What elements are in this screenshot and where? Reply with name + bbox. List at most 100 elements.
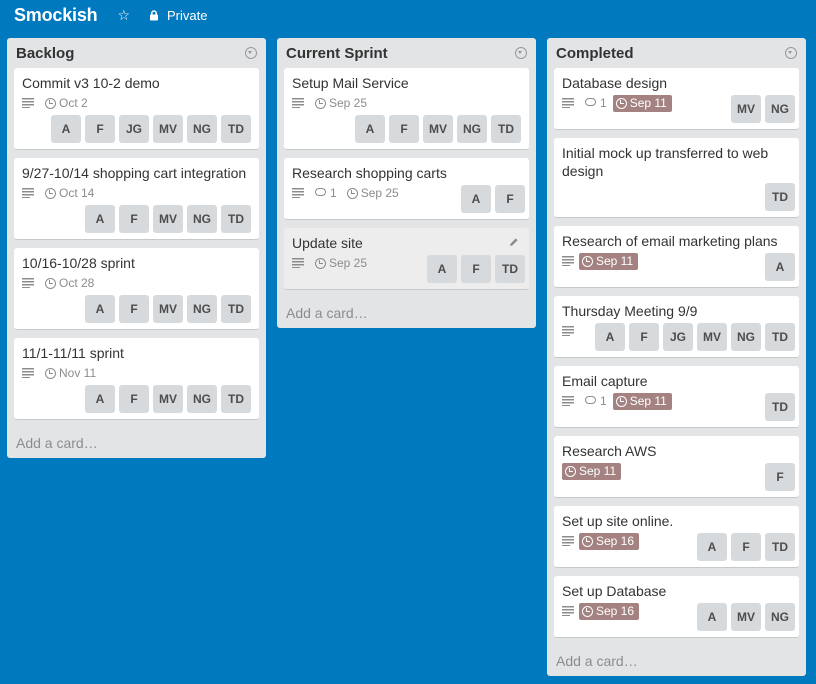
member-avatar[interactable]: MV <box>153 385 183 413</box>
card[interactable]: Email capture 1 Sep 11 TD <box>554 366 799 428</box>
list-menu-icon[interactable] <box>515 47 527 59</box>
member-avatar[interactable]: MV <box>423 115 453 143</box>
card[interactable]: Thursday Meeting 9/9 A F JG MV NG TD <box>554 296 799 358</box>
member-avatar[interactable]: TD <box>765 533 795 561</box>
member-avatar[interactable]: F <box>461 255 491 283</box>
member-avatar[interactable]: MV <box>153 115 183 143</box>
card[interactable]: Set up Database Sep 16 A MV NG <box>554 576 799 638</box>
description-icon <box>562 606 574 616</box>
member-avatar[interactable]: JG <box>663 323 693 351</box>
description-icon <box>562 396 574 406</box>
member-avatar[interactable]: A <box>595 323 625 351</box>
member-avatar[interactable]: MV <box>731 603 761 631</box>
member-avatar[interactable]: TD <box>221 115 251 143</box>
clock-icon <box>615 395 627 407</box>
member-avatar[interactable]: A <box>461 185 491 213</box>
member-avatar[interactable]: A <box>85 385 115 413</box>
card[interactable]: Update site Sep 25 A F TD <box>284 228 529 290</box>
member-avatar[interactable]: MV <box>153 295 183 323</box>
card[interactable]: Database design 1 Sep 11 MV NG <box>554 68 799 130</box>
clock-icon <box>45 187 56 199</box>
member-avatar[interactable]: NG <box>187 295 217 323</box>
member-avatar[interactable]: NG <box>457 115 487 143</box>
due-date: Sep 11 <box>629 394 667 408</box>
list-menu-icon[interactable] <box>785 47 797 59</box>
card-members: MV NG <box>731 91 795 129</box>
member-avatar[interactable]: TD <box>221 205 251 233</box>
member-avatar[interactable]: A <box>85 295 115 323</box>
card-badges: 1 Sep 11 <box>562 392 791 410</box>
add-card-button[interactable]: Add a card… <box>284 298 529 328</box>
member-avatar[interactable]: TD <box>765 393 795 421</box>
card-members: A <box>765 249 795 287</box>
card-members: TD <box>765 389 795 427</box>
member-avatar[interactable]: F <box>389 115 419 143</box>
card[interactable]: Research of email marketing plans Sep 11… <box>554 226 799 288</box>
member-avatar[interactable]: TD <box>221 385 251 413</box>
board-title[interactable]: Smockish <box>14 5 98 26</box>
member-avatar[interactable]: NG <box>187 115 217 143</box>
list-completed: Completed Database design 1 Sep 11 MV NG… <box>547 38 806 676</box>
member-avatar[interactable]: TD <box>495 255 525 283</box>
member-avatar[interactable]: NG <box>187 385 217 413</box>
member-avatar[interactable]: TD <box>491 115 521 143</box>
member-avatar[interactable]: F <box>765 463 795 491</box>
list-title[interactable]: Backlog <box>16 45 74 62</box>
card[interactable]: 10/16-10/28 sprint Oct 28 A F MV NG TD <box>14 248 259 330</box>
card[interactable]: Set up site online. Sep 16 A F TD <box>554 506 799 568</box>
member-avatar[interactable]: NG <box>765 603 795 631</box>
card[interactable]: Commit v3 10-2 demo Oct 2 A F JG MV NG T… <box>14 68 259 150</box>
card[interactable]: 9/27-10/14 shopping cart integration Oct… <box>14 158 259 240</box>
card[interactable]: Setup Mail Service Sep 25 A F MV NG TD <box>284 68 529 150</box>
member-avatar[interactable]: F <box>495 185 525 213</box>
member-avatar[interactable]: TD <box>765 183 795 211</box>
member-avatar[interactable]: MV <box>697 323 727 351</box>
description-icon <box>292 188 304 198</box>
member-avatar[interactable]: TD <box>221 295 251 323</box>
list-title[interactable]: Completed <box>556 45 634 62</box>
due-date-badge: Sep 25 <box>315 256 367 270</box>
due-date: Sep 11 <box>629 96 667 110</box>
member-avatar[interactable]: TD <box>765 323 795 351</box>
add-card-button[interactable]: Add a card… <box>14 428 259 458</box>
card-title: Initial mock up transferred to web desig… <box>562 145 769 179</box>
member-avatar[interactable]: JG <box>119 115 149 143</box>
board-privacy-button[interactable]: Private <box>167 8 207 23</box>
clock-icon <box>565 465 576 477</box>
star-icon[interactable]: ☆ <box>117 8 130 22</box>
pencil-icon[interactable] <box>509 237 519 247</box>
list-title[interactable]: Current Sprint <box>286 45 388 62</box>
member-avatar[interactable]: NG <box>765 95 795 123</box>
member-avatar[interactable]: F <box>731 533 761 561</box>
member-avatar[interactable]: A <box>765 253 795 281</box>
member-avatar[interactable]: F <box>85 115 115 143</box>
member-avatar[interactable]: F <box>119 385 149 413</box>
due-date: Sep 25 <box>360 186 399 200</box>
card[interactable]: Research AWS Sep 11 F <box>554 436 799 498</box>
member-avatar[interactable]: F <box>119 205 149 233</box>
member-avatar[interactable]: A <box>85 205 115 233</box>
member-avatar[interactable]: F <box>629 323 659 351</box>
member-avatar[interactable]: A <box>355 115 385 143</box>
lock-icon[interactable] <box>149 9 159 21</box>
member-avatar[interactable]: NG <box>187 205 217 233</box>
member-avatar[interactable]: A <box>697 603 727 631</box>
card-title: Update site <box>292 235 363 251</box>
list-menu-icon[interactable] <box>245 47 257 59</box>
member-avatar[interactable]: NG <box>731 323 761 351</box>
card[interactable]: Research shopping carts 1 Sep 25 A F <box>284 158 529 220</box>
member-avatar[interactable]: MV <box>153 205 183 233</box>
member-avatar[interactable]: A <box>51 115 81 143</box>
description-icon <box>22 98 34 108</box>
due-date: Oct 14 <box>59 186 95 200</box>
card-title: Set up site online. <box>562 513 674 529</box>
member-avatar[interactable]: A <box>427 255 457 283</box>
card[interactable]: Initial mock up transferred to web desig… <box>554 138 799 218</box>
member-avatar[interactable]: MV <box>731 95 761 123</box>
card[interactable]: 11/1-11/11 sprint Nov 11 A F MV NG TD <box>14 338 259 420</box>
list-header: Backlog <box>14 38 259 68</box>
member-avatar[interactable]: F <box>119 295 149 323</box>
add-card-button[interactable]: Add a card… <box>554 646 799 676</box>
member-avatar[interactable]: A <box>697 533 727 561</box>
card-title: 11/1-11/11 sprint <box>22 345 124 361</box>
